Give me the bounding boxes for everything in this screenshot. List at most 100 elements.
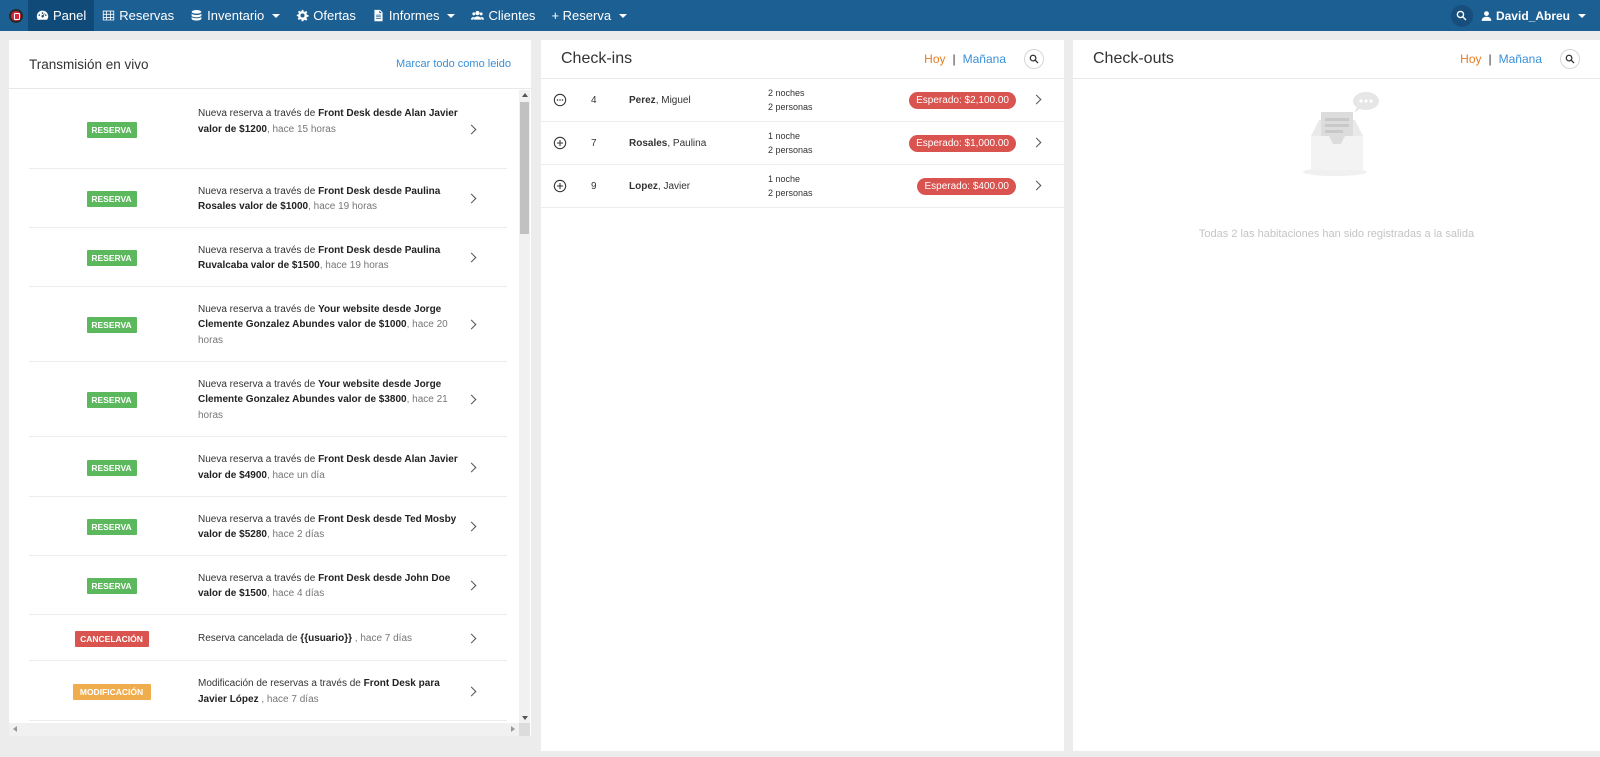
checkouts-today-link[interactable]: Hoy	[1460, 52, 1481, 66]
checkins-day-filter: Hoy | Mañana	[924, 52, 1006, 66]
expected-amount-badge: Esperado: $400.00	[917, 177, 1016, 195]
chevron-right-icon[interactable]	[467, 125, 477, 135]
live-feed-list[interactable]: RESERVA Nueva reserva a través de Front D…	[9, 90, 519, 723]
badge-wrap: RESERVA	[29, 498, 194, 555]
scroll-right-icon[interactable]	[511, 726, 515, 732]
chevron-right-icon[interactable]	[1032, 95, 1042, 105]
checkins-title: Check-ins	[561, 50, 633, 67]
live-feed-item[interactable]: MODIFICACIÓN Modificación de reservas a t…	[29, 662, 507, 721]
highlight-text: {{usuario}}	[300, 632, 352, 644]
scroll-up-icon[interactable]	[522, 93, 528, 97]
scroll-left-icon[interactable]	[13, 726, 17, 732]
guest-last-name: Rosales	[629, 137, 668, 149]
scrollbar-thumb[interactable]	[520, 102, 529, 234]
chevron-right-icon[interactable]	[467, 634, 477, 644]
badge-wrap: RESERVA	[29, 363, 194, 436]
chevron-right-icon[interactable]	[467, 194, 477, 204]
checkins-panel: Check-ins Hoy | Mañana 4 Perez, Miguel 2 n…	[541, 40, 1064, 751]
checkins-search-button[interactable]	[1024, 49, 1044, 69]
live-feed-item[interactable]: RESERVA Nueva reserva a través de Front D…	[29, 170, 507, 228]
live-feed-item[interactable]: RESERVA Nueva reserva a través de Front D…	[29, 557, 507, 615]
guest-name: Lopez, Javier	[629, 181, 690, 192]
chevron-down-icon	[619, 13, 628, 18]
vertical-scrollbar[interactable]	[519, 90, 530, 723]
chevron-right-icon[interactable]	[467, 395, 477, 405]
expected-amount-badge: Esperado: $1,000.00	[909, 134, 1016, 152]
checkouts-tomorrow-link[interactable]: Mañana	[1499, 52, 1542, 66]
event-text: Nueva reserva a través de	[198, 454, 319, 465]
nights-count: 2 noches	[768, 88, 805, 98]
nav-ofertas-label: Ofertas	[313, 8, 356, 23]
scrollbar-corner	[519, 723, 530, 736]
badge-wrap: RESERVA	[29, 557, 194, 614]
plus-circle-icon[interactable]	[553, 179, 567, 193]
checkin-row[interactable]: 9 Lopez, Javier 1 noche 2 personas Esperado:…	[541, 165, 1064, 208]
live-feed-item[interactable]: RESERVA Nueva reserva a través de Front D…	[29, 438, 507, 497]
nights-count: 1 noche	[768, 131, 801, 141]
nav-clientes[interactable]: Clientes	[463, 0, 543, 31]
nav-inventario[interactable]: Inventario	[182, 0, 288, 31]
guest-last-name: Lopez	[629, 180, 658, 192]
event-text: Nueva reserva a través de	[198, 513, 319, 525]
live-feed-text: Nueva reserva a través de Front Desk des…	[198, 512, 460, 543]
checkins-list: 4 Perez, Miguel 2 noches 2 personas Esperado…	[541, 79, 1064, 208]
chevron-right-icon[interactable]	[1032, 138, 1042, 148]
event-text: Reserva cancelada de	[198, 632, 301, 644]
nav-reservas-label: Reservas	[119, 8, 175, 23]
live-feed-item[interactable]: RESERVA Nueva reserva a través de Your we…	[29, 288, 507, 362]
gear-icon	[297, 9, 309, 22]
checkins-today-link[interactable]: Hoy	[924, 52, 945, 66]
checkouts-search-button[interactable]	[1560, 49, 1580, 69]
nav-informes-label: Informes	[388, 8, 440, 23]
logo-mark	[8, 8, 23, 23]
event-text: Nueva reserva a través de	[198, 185, 319, 197]
checkouts-empty-text: Todas 2 las habitaciones han sido regist…	[1198, 228, 1475, 240]
live-feed-item[interactable]: CANCELACIÓN Reserva cancelada de {{usuari…	[29, 616, 507, 661]
users-icon	[471, 11, 485, 20]
people-count: 2 personas	[768, 102, 813, 112]
nav-informes[interactable]: Informes	[364, 0, 464, 31]
mark-all-read-link[interactable]: Marcar todo como leido	[396, 58, 511, 70]
user-menu[interactable]: David_Abreu	[1481, 9, 1600, 23]
time-ago-text: , hace 19 horas	[308, 201, 378, 212]
chevron-right-icon[interactable]	[467, 522, 477, 532]
live-feed-item[interactable]: RESERVA Nueva reserva a través de Front D…	[29, 90, 507, 169]
scroll-down-icon[interactable]	[522, 716, 528, 720]
app-logo[interactable]	[3, 0, 28, 31]
checkins-tomorrow-link[interactable]: Mañana	[963, 52, 1006, 66]
live-feed-text: Nueva reserva a través de Front Desk des…	[198, 184, 460, 215]
chevron-right-icon[interactable]	[467, 581, 477, 591]
checkin-row[interactable]: 7 Rosales, Paulina 1 noche 2 personas Espera…	[541, 122, 1064, 165]
event-text: Nueva reserva a través de	[198, 108, 319, 120]
chevron-right-icon[interactable]	[467, 253, 477, 263]
horizontal-scrollbar[interactable]	[9, 723, 519, 736]
nav-panel[interactable]: Panel	[28, 0, 95, 31]
chevron-right-icon[interactable]	[467, 463, 477, 473]
nav-ofertas[interactable]: Ofertas	[288, 0, 364, 31]
nav-right: David_Abreu	[1450, 0, 1600, 31]
checkouts-title: Check-outs	[1093, 50, 1174, 67]
time-ago-text: , hace un día	[266, 469, 325, 481]
checkin-row[interactable]: 4 Perez, Miguel 2 noches 2 personas Esperado…	[541, 79, 1064, 122]
time-ago-text: , hace 7 días	[351, 632, 413, 644]
event-text: Modificación de reservas a través de	[198, 678, 364, 689]
chevron-right-icon[interactable]	[467, 687, 477, 697]
chat-icon[interactable]	[553, 93, 567, 107]
live-feed-item[interactable]: RESERVA Nueva reserva a través de Your we…	[29, 363, 507, 437]
nav-reservas[interactable]: Reservas	[94, 0, 182, 31]
plus-circle-icon[interactable]	[553, 136, 567, 150]
room-number: 9	[591, 180, 597, 192]
live-feed-item[interactable]: RESERVA Nueva reserva a través de Front D…	[29, 229, 507, 287]
nav-search-button[interactable]	[1450, 4, 1473, 27]
live-feed-text: Nueva reserva a través de Your website d…	[198, 377, 460, 424]
chevron-right-icon[interactable]	[1032, 181, 1042, 191]
stay-details: 2 noches 2 personas	[768, 86, 813, 114]
database-icon	[191, 10, 202, 21]
nav-nueva-reserva[interactable]: + Reserva	[543, 0, 635, 31]
time-ago-text: , hace 4 días	[266, 588, 325, 599]
live-feed-item[interactable]: RESERVA Nueva reserva a través de Front D…	[29, 498, 507, 556]
badge-wrap: CANCELACIÓN	[29, 616, 194, 660]
nav-inventario-label: Inventario	[207, 8, 265, 23]
room-number: 4	[591, 94, 597, 106]
chevron-right-icon[interactable]	[467, 320, 477, 330]
